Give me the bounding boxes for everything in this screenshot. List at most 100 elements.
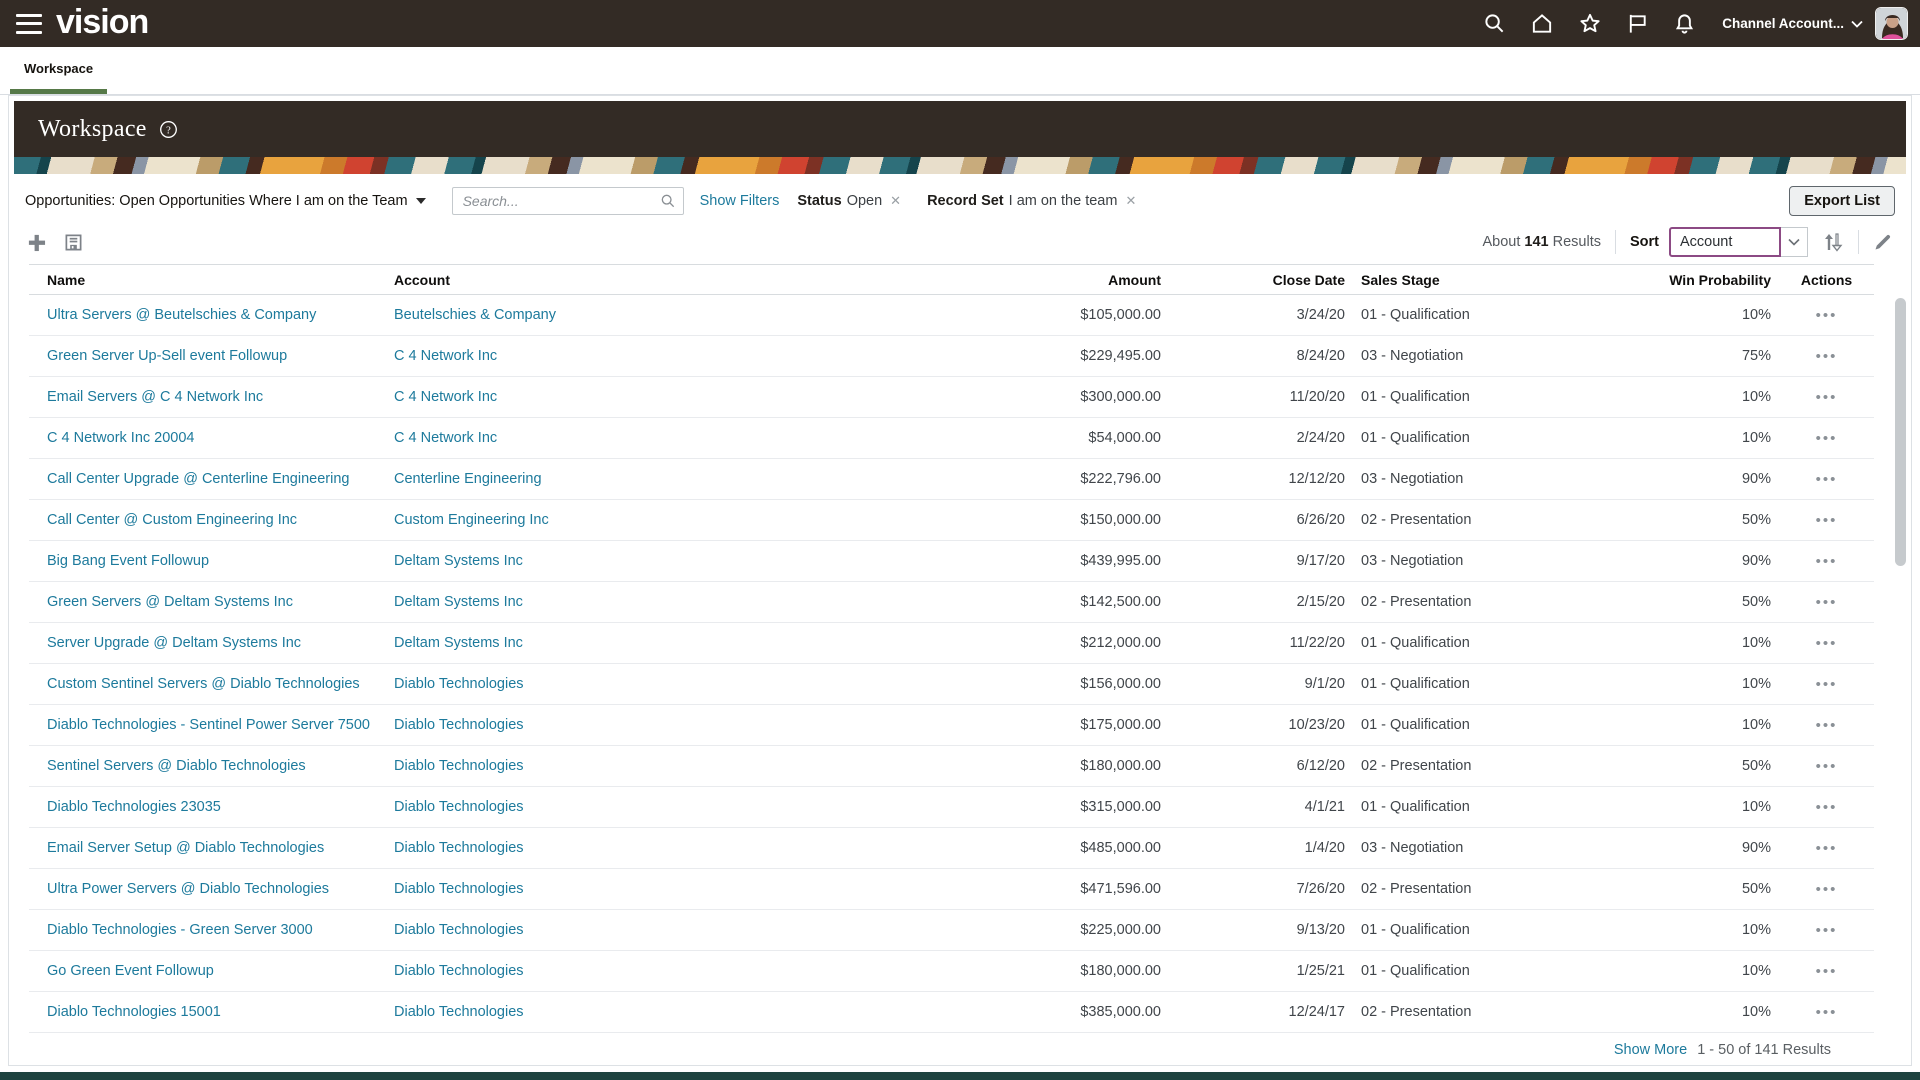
tab-workspace[interactable]: Workspace <box>10 47 107 94</box>
list-footer: Show More 1 - 50 of 141 Results <box>29 1033 1891 1058</box>
row-actions-button[interactable]: ••• <box>1812 673 1842 696</box>
close-date-cell: 9/13/20 <box>1169 910 1353 951</box>
opportunity-name-link[interactable]: Call Center Upgrade @ Centerline Enginee… <box>47 471 349 487</box>
opportunity-name-link[interactable]: Big Bang Event Followup <box>47 553 209 569</box>
row-actions-button[interactable]: ••• <box>1812 345 1842 368</box>
account-link[interactable]: Diablo Technologies <box>394 922 524 938</box>
row-actions-button[interactable]: ••• <box>1812 304 1842 327</box>
column-header-name: Name <box>29 265 386 295</box>
amount-cell: $222,796.00 <box>826 459 1169 500</box>
row-actions-button[interactable]: ••• <box>1812 427 1842 450</box>
account-link[interactable]: Diablo Technologies <box>394 758 524 774</box>
remove-filter-icon[interactable]: ✕ <box>890 193 901 209</box>
row-actions-button[interactable]: ••• <box>1812 878 1842 901</box>
add-icon[interactable] <box>27 233 46 252</box>
search-icon <box>660 193 676 209</box>
sales-stage-cell: 03 - Negotiation <box>1353 828 1638 869</box>
account-link[interactable]: Custom Engineering Inc <box>394 512 549 528</box>
account-link[interactable]: Diablo Technologies <box>394 1004 524 1020</box>
row-actions-button[interactable]: ••• <box>1812 755 1842 778</box>
table-row: Sentinel Servers @ Diablo Technologies D… <box>29 746 1874 787</box>
opportunity-name-link[interactable]: Custom Sentinel Servers @ Diablo Technol… <box>47 676 360 692</box>
close-date-cell: 1/25/21 <box>1169 951 1353 992</box>
opportunity-name-link[interactable]: Call Center @ Custom Engineering Inc <box>47 512 297 528</box>
table-row: Diablo Technologies - Sentinel Power Ser… <box>29 705 1874 746</box>
sort-arrows-icon[interactable] <box>1822 231 1844 253</box>
opportunity-name-link[interactable]: Go Green Event Followup <box>47 963 214 979</box>
opportunity-name-link[interactable]: Email Servers @ C 4 Network Inc <box>47 389 263 405</box>
table-row: Diablo Technologies 15001 Diablo Technol… <box>29 992 1874 1033</box>
win-probability-cell: 10% <box>1638 418 1779 459</box>
show-filters-link[interactable]: Show Filters <box>700 193 780 209</box>
row-actions-button[interactable]: ••• <box>1812 550 1842 573</box>
help-icon[interactable]: ? <box>159 120 178 139</box>
row-actions-button[interactable]: ••• <box>1812 509 1842 532</box>
opportunity-name-link[interactable]: Green Server Up-Sell event Followup <box>47 348 287 364</box>
account-link[interactable]: Deltam Systems Inc <box>394 594 523 610</box>
row-actions-button[interactable]: ••• <box>1812 714 1842 737</box>
save-icon[interactable] <box>64 233 83 252</box>
scrollbar-thumb[interactable] <box>1895 298 1906 566</box>
row-actions-button[interactable]: ••• <box>1812 386 1842 409</box>
account-link[interactable]: Diablo Technologies <box>394 799 524 815</box>
row-actions-button[interactable]: ••• <box>1812 1001 1842 1024</box>
avatar[interactable] <box>1875 7 1908 40</box>
close-date-cell: 9/17/20 <box>1169 541 1353 582</box>
sales-stage-cell: 01 - Qualification <box>1353 418 1638 459</box>
close-date-cell: 2/15/20 <box>1169 582 1353 623</box>
saved-search-dropdown[interactable]: Opportunities: Open Opportunities Where … <box>25 193 426 209</box>
opportunity-name-link[interactable]: Sentinel Servers @ Diablo Technologies <box>47 758 306 774</box>
show-more-link[interactable]: Show More <box>1614 1042 1687 1058</box>
favorites-icon[interactable] <box>1578 12 1602 35</box>
account-link[interactable]: Deltam Systems Inc <box>394 635 523 651</box>
sort-select[interactable]: Account <box>1669 227 1781 257</box>
remove-filter-icon[interactable]: ✕ <box>1125 193 1136 209</box>
close-date-cell: 7/26/20 <box>1169 869 1353 910</box>
search-icon[interactable] <box>1483 12 1506 35</box>
account-link[interactable]: Diablo Technologies <box>394 676 524 692</box>
flag-icon[interactable] <box>1626 12 1649 35</box>
opportunity-name-link[interactable]: Diablo Technologies 15001 <box>47 1004 221 1020</box>
notifications-icon[interactable] <box>1673 12 1696 35</box>
row-actions-button[interactable]: ••• <box>1812 960 1842 983</box>
divider <box>1858 230 1859 254</box>
export-list-button[interactable]: Export List <box>1789 186 1895 216</box>
opportunity-name-link[interactable]: C 4 Network Inc 20004 <box>47 430 195 446</box>
opportunity-name-link[interactable]: Diablo Technologies - Green Server 3000 <box>47 922 313 938</box>
account-link[interactable]: Diablo Technologies <box>394 881 524 897</box>
row-actions-button[interactable]: ••• <box>1812 919 1842 942</box>
home-icon[interactable] <box>1530 12 1554 35</box>
search-input[interactable] <box>452 187 684 215</box>
opportunity-name-link[interactable]: Diablo Technologies 23035 <box>47 799 221 815</box>
row-actions-button[interactable]: ••• <box>1812 591 1842 614</box>
account-link[interactable]: Diablo Technologies <box>394 840 524 856</box>
row-actions-button[interactable]: ••• <box>1812 796 1842 819</box>
sort-select-chevron[interactable] <box>1781 227 1808 257</box>
row-actions-button[interactable]: ••• <box>1812 632 1842 655</box>
opportunity-name-link[interactable]: Green Servers @ Deltam Systems Inc <box>47 594 293 610</box>
account-link[interactable]: C 4 Network Inc <box>394 348 497 364</box>
close-date-cell: 4/1/21 <box>1169 787 1353 828</box>
opportunity-name-link[interactable]: Ultra Power Servers @ Diablo Technologie… <box>47 881 329 897</box>
win-probability-cell: 10% <box>1638 664 1779 705</box>
opportunity-name-link[interactable]: Diablo Technologies - Sentinel Power Ser… <box>47 717 370 733</box>
opportunity-name-link[interactable]: Server Upgrade @ Deltam Systems Inc <box>47 635 301 651</box>
row-actions-button[interactable]: ••• <box>1812 837 1842 860</box>
opportunity-name-link[interactable]: Email Server Setup @ Diablo Technologies <box>47 840 324 856</box>
account-link[interactable]: C 4 Network Inc <box>394 389 497 405</box>
sales-stage-cell: 03 - Negotiation <box>1353 541 1638 582</box>
user-menu[interactable]: Channel Account... <box>1722 16 1863 31</box>
menu-icon[interactable] <box>16 14 42 34</box>
account-link[interactable]: Diablo Technologies <box>394 717 524 733</box>
account-link[interactable]: Centerline Engineering <box>394 471 542 487</box>
account-link[interactable]: Deltam Systems Inc <box>394 553 523 569</box>
row-actions-button[interactable]: ••• <box>1812 468 1842 491</box>
opportunity-name-link[interactable]: Ultra Servers @ Beutelschies & Company <box>47 307 316 323</box>
filter-chip-record-set: Record Set I am on the team ✕ <box>927 193 1136 209</box>
edit-pencil-icon[interactable] <box>1873 232 1893 252</box>
account-link[interactable]: Diablo Technologies <box>394 963 524 979</box>
win-probability-cell: 75% <box>1638 336 1779 377</box>
win-probability-cell: 50% <box>1638 746 1779 787</box>
account-link[interactable]: C 4 Network Inc <box>394 430 497 446</box>
account-link[interactable]: Beutelschies & Company <box>394 307 556 323</box>
